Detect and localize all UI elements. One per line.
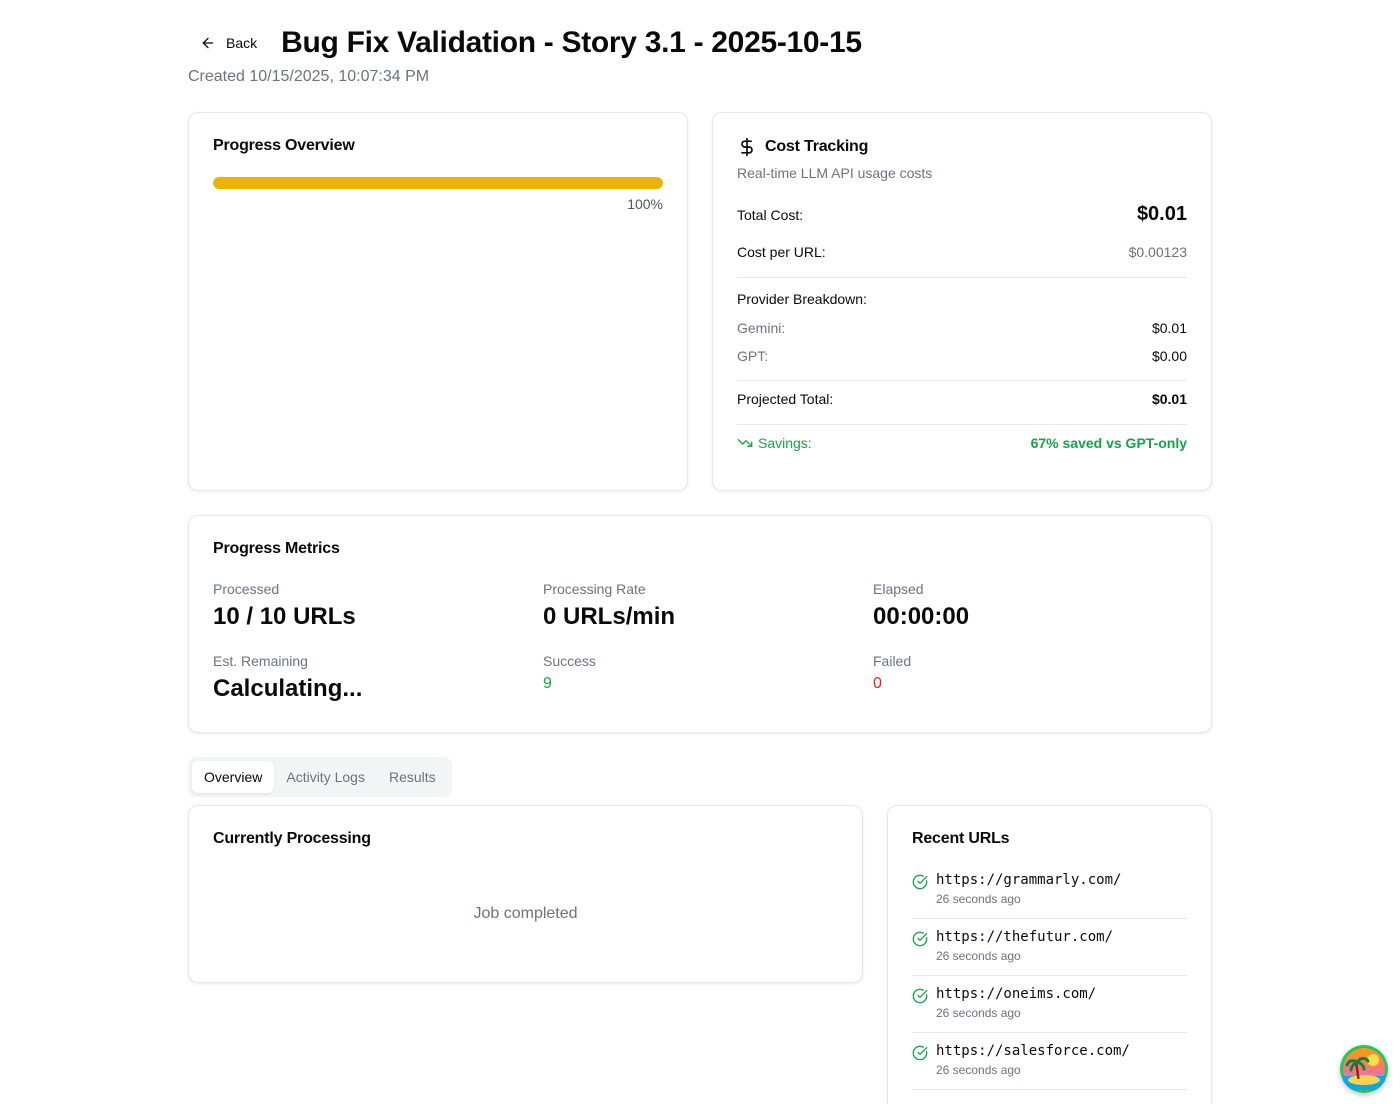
metric-processed: Processed 10 / 10 URLs xyxy=(213,581,356,631)
check-circle-icon xyxy=(912,988,928,1004)
metric-label: Processed xyxy=(213,581,280,597)
currently-processing-card: Currently Processing Job completed xyxy=(188,805,863,983)
metric-failed: Failed 0 xyxy=(873,653,911,693)
metric-success: Success 9 xyxy=(543,653,596,693)
beach-avatar-icon xyxy=(1340,1045,1388,1093)
metric-value: 0 xyxy=(873,675,882,692)
metric-label: Processing Rate xyxy=(543,581,646,597)
url-text: https://grammarly.com/ xyxy=(936,872,1122,888)
currently-processing-title: Currently Processing xyxy=(213,830,371,847)
job-status: Job completed xyxy=(473,905,578,922)
cost-tracking-subtitle: Real-time LLM API usage costs xyxy=(737,165,933,181)
url-time: 26 seconds ago xyxy=(936,949,1021,963)
back-label: Back xyxy=(226,35,258,51)
metric-processing-rate: Processing Rate 0 URLs/min xyxy=(543,581,675,631)
check-circle-icon xyxy=(912,931,928,947)
provider-name: Gemini: xyxy=(737,320,786,336)
progress-metrics-title: Progress Metrics xyxy=(213,540,340,557)
cost-tracking-card: Cost Tracking Real-time LLM API usage co… xyxy=(712,112,1212,491)
check-circle-icon xyxy=(912,874,928,890)
metric-value: Calculating... xyxy=(213,675,363,702)
provider-row-gpt: GPT: $0.00 xyxy=(737,348,1187,364)
recent-urls-card: Recent URLs https://grammarly.com/ 26 se… xyxy=(887,805,1212,1104)
url-text: https://oneims.com/ xyxy=(936,986,1097,1002)
provider-cost: $0.01 xyxy=(1151,320,1187,336)
tab-results[interactable]: Results xyxy=(377,761,448,793)
progress-overview-title: Progress Overview xyxy=(213,137,355,154)
created-timestamp: Created 10/15/2025, 10:07:34 PM xyxy=(188,68,430,85)
url-text: https://thefutur.com/ xyxy=(936,929,1114,945)
projected-total-value: $0.01 xyxy=(1151,391,1187,407)
metric-value: 0 URLs/min xyxy=(543,603,676,630)
savings-label: Savings: xyxy=(758,435,812,451)
list-item: https://thefutur.com/ 26 seconds ago xyxy=(912,919,1187,976)
url-time: 26 seconds ago xyxy=(936,1063,1021,1077)
check-circle-icon xyxy=(912,1045,928,1061)
projected-total-label: Projected Total: xyxy=(737,391,834,407)
total-cost-row: Total Cost: $0.01 xyxy=(737,203,1187,226)
metric-value: 00:00:00 xyxy=(873,603,970,630)
dollar-icon xyxy=(741,137,753,157)
arrow-left-icon xyxy=(202,37,214,49)
metric-est-remaining: Est. Remaining Calculating... xyxy=(213,653,362,703)
metric-value: 10 / 10 URLs xyxy=(213,603,356,630)
provider-cost: $0.00 xyxy=(1151,348,1187,364)
provider-row-gemini: Gemini: $0.01 xyxy=(737,320,1187,336)
page-title: Bug Fix Validation - Story 3.1 - 2025-10… xyxy=(281,26,862,59)
tab-overview[interactable]: Overview xyxy=(192,761,275,793)
metric-label: Failed xyxy=(873,653,912,669)
url-time: 26 seconds ago xyxy=(936,1006,1021,1020)
recent-urls-list: https://grammarly.com/ 26 seconds ago ht… xyxy=(912,866,1187,1090)
metric-label: Elapsed xyxy=(873,581,924,597)
progress-percent: 100% xyxy=(627,196,663,212)
list-item: https://salesforce.com/ 26 seconds ago xyxy=(912,1033,1187,1090)
progress-bar xyxy=(213,177,663,189)
cost-per-url-label: Cost per URL: xyxy=(737,244,826,260)
progress-overview-card: Progress Overview 100% xyxy=(188,112,688,491)
url-time: 26 seconds ago xyxy=(936,892,1021,906)
trending-down-icon xyxy=(737,439,753,447)
progress-metrics-card: Progress Metrics Processed 10 / 10 URLs … xyxy=(188,515,1212,733)
cost-tracking-title: Cost Tracking xyxy=(765,138,869,155)
avatar[interactable] xyxy=(1340,1045,1388,1093)
projected-total-row: Projected Total: $0.01 xyxy=(737,391,1187,407)
url-text: https://salesforce.com/ xyxy=(936,1043,1130,1059)
metric-elapsed: Elapsed 00:00:00 xyxy=(873,581,969,631)
savings-value: 67% saved vs GPT-only xyxy=(1030,435,1187,451)
provider-breakdown-label: Provider Breakdown: xyxy=(737,291,867,307)
metric-label: Est. Remaining xyxy=(213,653,308,669)
divider xyxy=(737,424,1187,425)
savings-row: Savings: 67% saved vs GPT-only xyxy=(737,435,1187,451)
recent-urls-title: Recent URLs xyxy=(912,830,1010,847)
metric-label: Success xyxy=(543,653,596,669)
list-item: https://oneims.com/ 26 seconds ago xyxy=(912,976,1187,1033)
provider-name: GPT: xyxy=(737,348,769,364)
divider xyxy=(737,380,1187,381)
tab-activity-logs[interactable]: Activity Logs xyxy=(274,761,377,793)
list-item: https://grammarly.com/ 26 seconds ago xyxy=(912,866,1187,919)
page-header: Back Bug Fix Validation - Story 3.1 - 20… xyxy=(188,24,1212,86)
total-cost-value: $0.01 xyxy=(1136,203,1187,225)
cost-per-url-row: Cost per URL: $0.00123 xyxy=(737,244,1187,260)
total-cost-label: Total Cost: xyxy=(737,206,804,223)
metric-value: 9 xyxy=(543,675,552,692)
back-button[interactable]: Back xyxy=(188,25,269,61)
cost-per-url-value: $0.00123 xyxy=(1128,244,1187,260)
progress-bar-fill xyxy=(213,177,663,189)
divider xyxy=(737,277,1187,278)
tab-list: Overview Activity Logs Results xyxy=(188,757,452,797)
